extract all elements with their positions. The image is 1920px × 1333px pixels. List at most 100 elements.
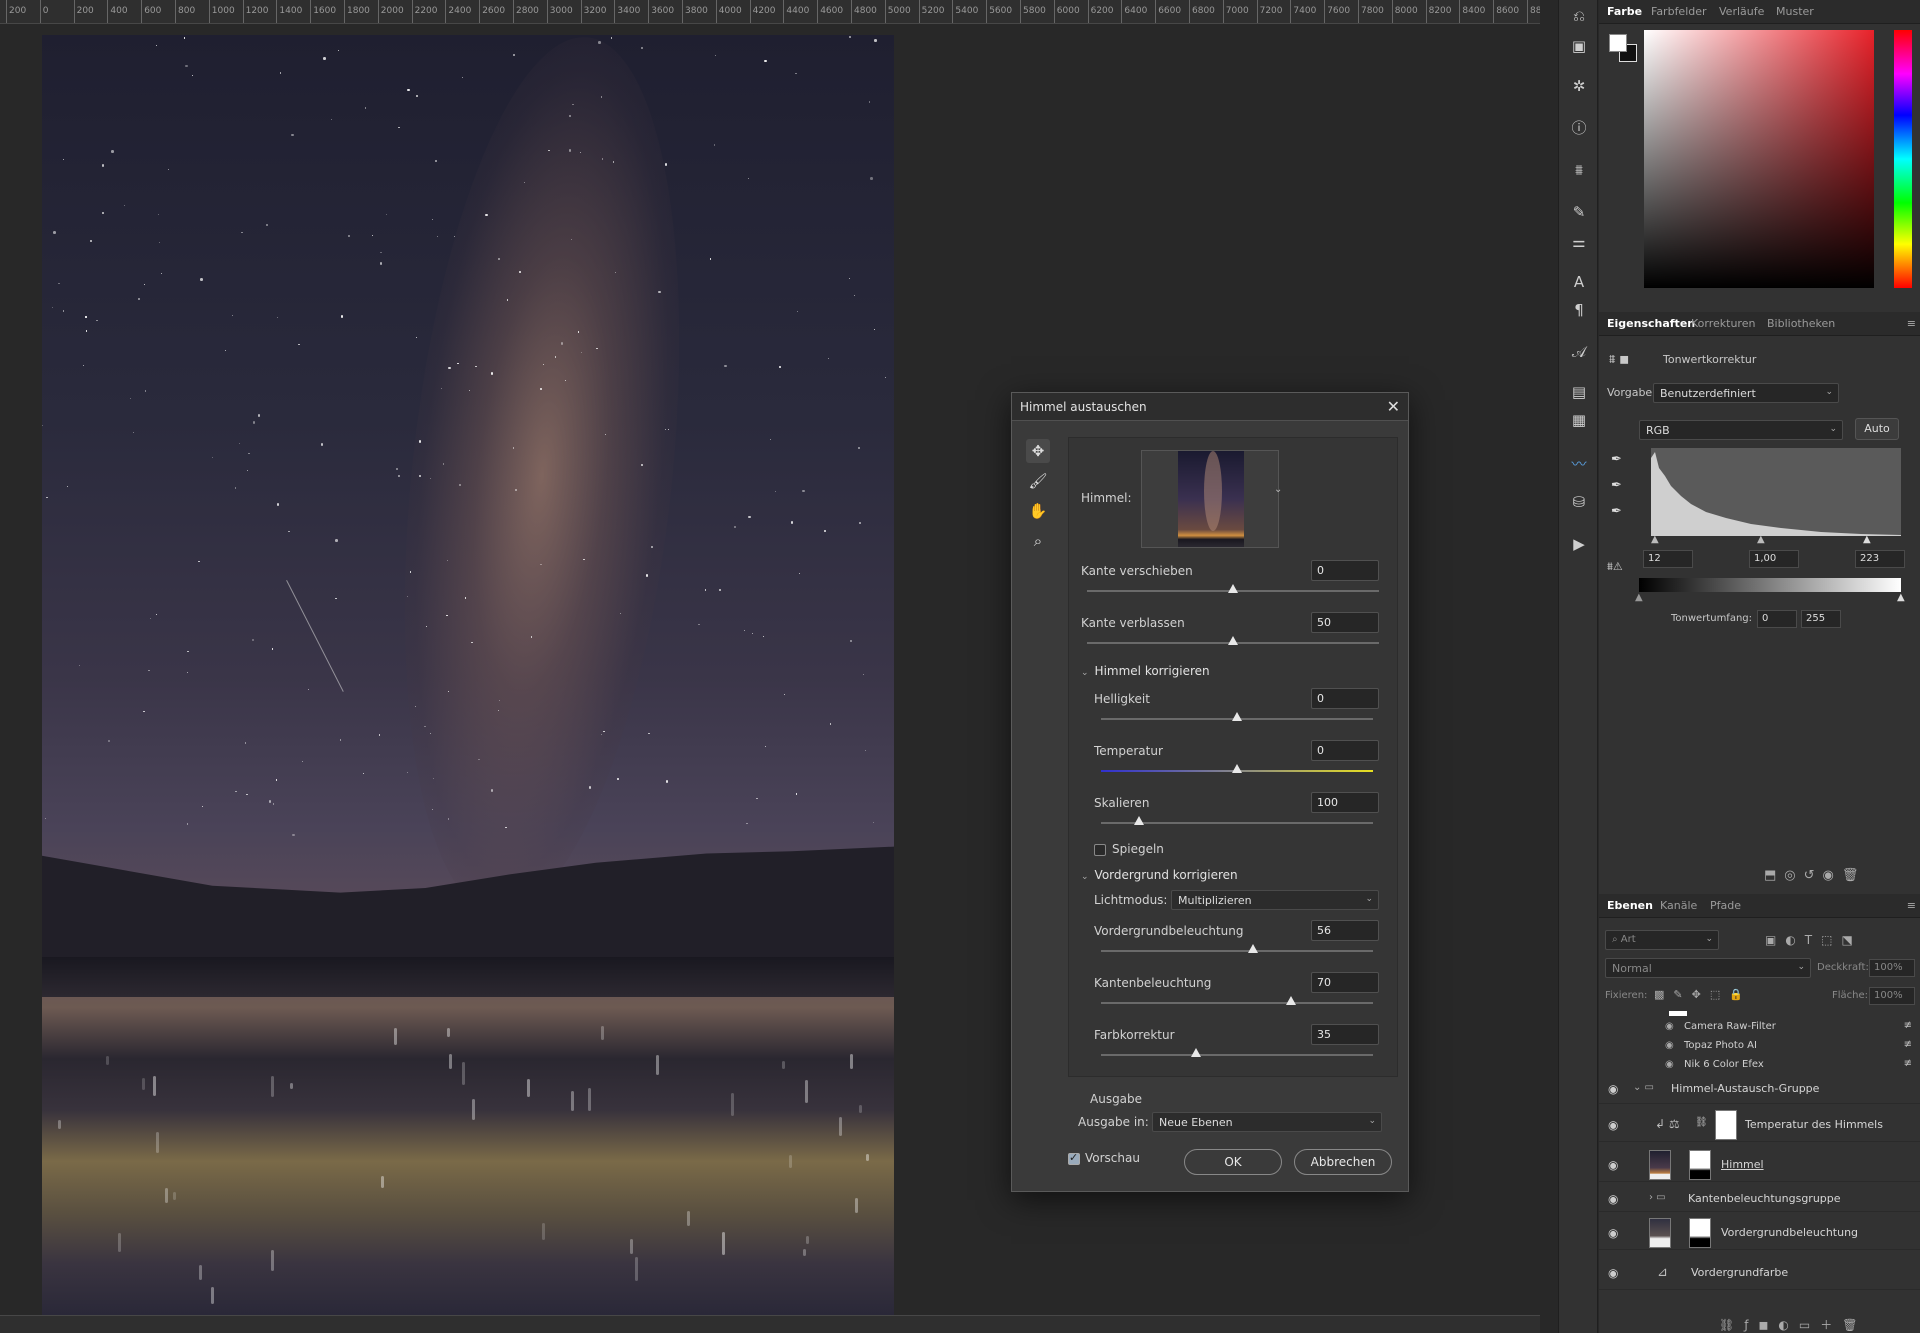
adjust-sliders-icon[interactable]: ⚌ [1569,232,1589,252]
glyphs-icon[interactable]: 𝒜 [1569,342,1589,362]
cancel-button[interactable]: Abbrechen [1294,1149,1392,1175]
filter-options-icon[interactable]: ≢ [1904,1020,1912,1031]
tab-korrekturen[interactable]: Korrekturen [1691,317,1755,330]
blend-mode-select[interactable]: Normal ⌄ [1605,958,1811,978]
black-point-eyedropper-icon[interactable]: ✒ [1611,452,1627,468]
shift-edge-slider[interactable] [1087,584,1379,593]
layer-row-group[interactable]: ◉ ⌄ ▭ Himmel-Austausch-Gruppe [1599,1076,1920,1104]
layer-filter-icons[interactable]: ▣◐T⬚⬔ [1765,933,1862,947]
histogram-icon[interactable]: ⩩ [1569,160,1589,180]
brightness-slider[interactable] [1101,712,1373,721]
move-tool-icon[interactable]: ✥ [1026,439,1050,463]
filter-options-icon[interactable]: ≢ [1904,1058,1912,1069]
slider-knob[interactable] [1232,712,1242,721]
edge-lighting-field[interactable]: 70 [1311,972,1379,993]
slider-knob[interactable] [1228,636,1238,645]
channel-select[interactable]: RGB ⌄ [1639,420,1843,440]
clipping-warning-icon[interactable]: ⩩⚠ [1607,560,1623,574]
input-black-slider[interactable]: ▲ [1651,534,1659,545]
ok-button[interactable]: OK [1184,1149,1282,1175]
panel-menu-icon[interactable]: ≡ [1907,317,1916,330]
auto-button[interactable]: Auto [1855,418,1899,440]
briefcase-icon[interactable]: ▣ [1569,36,1589,56]
eye-icon[interactable]: ◉ [1608,1192,1618,1206]
history-icon[interactable]: ⎌ [1569,6,1589,26]
input-white-slider[interactable]: ▲ [1863,534,1871,545]
lighting-mode-select[interactable]: Multiplizieren ⌄ [1171,890,1379,910]
tab-farbe[interactable]: Farbe [1607,5,1642,18]
preset-select[interactable]: Benutzerdefiniert ⌄ [1653,383,1839,403]
sky-brush-tool-icon[interactable]: 🖌 [1026,469,1050,493]
layer-row-foreground-color[interactable]: ◉ ⊿ Vordergrundfarbe [1599,1258,1920,1290]
temperature-field[interactable]: 0 [1311,740,1379,761]
layer-row-edge-group[interactable]: ◉ › ▭ Kantenbeleuchtungsgruppe [1599,1186,1920,1212]
eye-icon[interactable]: ◉ [1665,1021,1674,1032]
smart-filter-nik[interactable]: ◉ Nik 6 Color Efex ≢ [1599,1056,1920,1075]
folder-open-icon[interactable]: ⌄ ▭ [1633,1082,1654,1093]
output-to-select[interactable]: Neue Ebenen ⌄ [1152,1112,1382,1132]
slider-knob[interactable] [1248,944,1259,953]
scale-slider[interactable] [1101,816,1373,825]
gray-point-eyedropper-icon[interactable]: ✒ [1611,478,1627,494]
sky-adjustments-header[interactable]: ⌄ Himmel korrigieren [1081,664,1210,678]
color-adjust-slider[interactable] [1101,1048,1373,1057]
tab-kanaele[interactable]: Kanäle [1660,899,1697,912]
opacity-field[interactable]: 100% [1869,959,1915,977]
filter-options-icon[interactable]: ≢ [1904,1039,1912,1050]
character-icon[interactable]: A [1569,272,1589,292]
foreground-lighting-slider[interactable] [1101,944,1373,953]
hue-slider[interactable] [1894,30,1912,288]
slider-knob[interactable] [1191,1048,1202,1057]
white-point-eyedropper-icon[interactable]: ✒ [1611,504,1627,520]
scale-field[interactable]: 100 [1311,792,1379,813]
slider-knob[interactable] [1228,584,1238,593]
dialog-titlebar[interactable]: Himmel austauschen ✕ [1012,393,1408,421]
milky-way-photo[interactable] [42,35,894,1315]
foreground-color-swatch[interactable] [1609,34,1627,52]
input-gamma-slider[interactable]: ▲ [1757,534,1765,545]
tab-eigenschaften[interactable]: Eigenschaften [1607,317,1695,330]
eye-icon[interactable]: ◉ [1665,1040,1674,1051]
input-gamma-field[interactable]: 1,00 [1749,550,1799,568]
input-white-field[interactable]: 223 [1855,550,1905,568]
eye-icon[interactable]: ◉ [1608,1158,1618,1172]
fade-edge-slider[interactable] [1087,636,1379,645]
flip-checkbox[interactable] [1094,844,1106,856]
slider-knob[interactable] [1286,996,1297,1005]
zoom-tool-icon[interactable]: ⌕ [1026,529,1050,553]
output-black-field[interactable]: 0 [1757,610,1797,628]
play-actions-icon[interactable]: ▶ [1569,534,1589,554]
fade-edge-field[interactable]: 50 [1311,612,1379,633]
notes-icon[interactable]: ▦ [1569,410,1589,430]
eye-icon[interactable]: ◉ [1608,1082,1618,1096]
foreground-lighting-field[interactable]: 56 [1311,920,1379,941]
smart-filter-topaz[interactable]: ◉ Topaz Photo AI ≢ [1599,1037,1920,1056]
tab-verlaeufe[interactable]: Verläufe [1719,5,1764,18]
tab-muster[interactable]: Muster [1776,5,1814,18]
smart-filter-camera-raw[interactable]: ◉ Camera Raw-Filter ≢ [1599,1018,1920,1037]
lock-icons[interactable]: ▩✎✥⬚🔒 [1654,988,1752,1001]
shift-edge-field[interactable]: 0 [1311,560,1379,581]
chevron-down-icon[interactable]: ⌄ [1274,484,1282,495]
folder-closed-icon[interactable]: › ▭ [1649,1192,1666,1203]
fill-field[interactable]: 100% [1869,987,1915,1005]
input-black-field[interactable]: 12 [1643,550,1693,568]
tab-pfade[interactable]: Pfade [1710,899,1741,912]
output-black-slider[interactable]: ▲ [1635,592,1643,603]
eye-icon[interactable]: ◉ [1608,1266,1618,1280]
output-white-slider[interactable]: ▲ [1897,592,1905,603]
slider-knob[interactable] [1134,816,1145,825]
sky-preset-picker[interactable] [1141,450,1279,548]
eye-icon[interactable]: ◉ [1665,1059,1674,1070]
gear-icon[interactable]: ✲ [1569,76,1589,96]
temperature-slider[interactable] [1101,764,1373,773]
brightness-field[interactable]: 0 [1311,688,1379,709]
clone-source-icon[interactable]: ⛁ [1569,492,1589,512]
eye-icon[interactable]: ◉ [1608,1118,1618,1132]
eye-icon[interactable]: ◉ [1608,1226,1618,1240]
color-picker-field[interactable] [1644,30,1874,288]
layers-menu-icon[interactable]: ≡ [1907,899,1916,912]
layer-row-foreground-light[interactable]: ◉ Vordergrundbeleuchtung [1599,1216,1920,1250]
edge-lighting-slider[interactable] [1101,996,1373,1005]
output-white-field[interactable]: 255 [1801,610,1841,628]
